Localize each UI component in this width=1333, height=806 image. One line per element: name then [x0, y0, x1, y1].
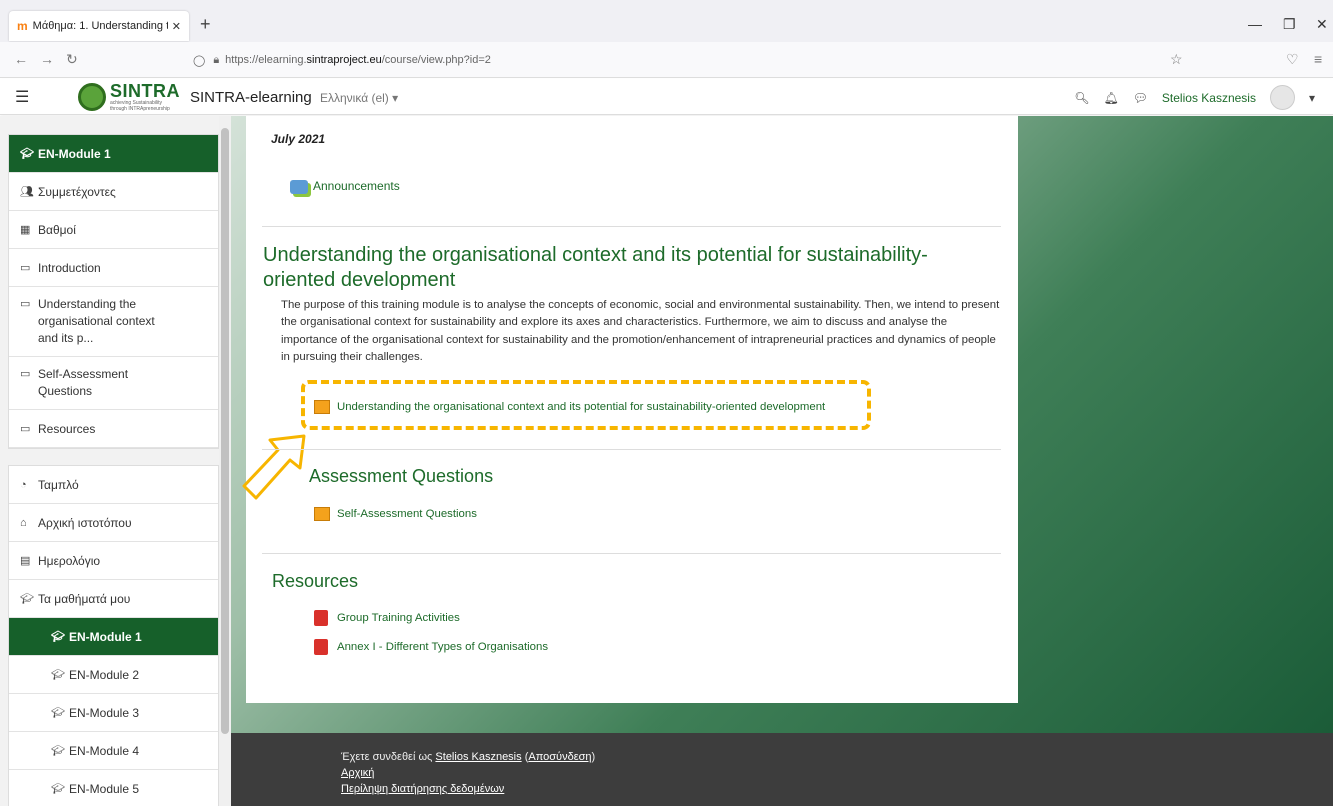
bell-icon[interactable]: 🔔︎ — [1103, 91, 1118, 105]
drawer-item-grades[interactable]: ▦ Βαθμοί — [9, 211, 218, 249]
data-retention-link[interactable]: Περίληψη διατήρησης δεδομένων — [341, 783, 504, 795]
footer-home-link[interactable]: Αρχική — [341, 767, 374, 779]
graduation-cap-icon: 🎓︎ — [51, 707, 65, 719]
leaf-logo-icon — [78, 83, 106, 111]
calendar-icon: ▤ — [20, 555, 31, 567]
footer-user-link[interactable]: Stelios Kasznesis — [435, 751, 521, 763]
pdf-icon — [314, 610, 328, 626]
book-icon — [314, 507, 330, 521]
nav-drawer: 🎓︎ EN-Module 1 👥︎ Συμμετέχοντες ▦ Βαθμοί ▭ I… — [0, 116, 231, 806]
drawer-item-calendar[interactable]: ▤ Ημερολόγιο — [9, 542, 218, 580]
close-tab-icon[interactable]: ✕ — [172, 20, 181, 33]
drawer-item-participants[interactable]: 👥︎ Συμμετέχοντες — [9, 173, 218, 211]
drawer-item-resources[interactable]: ▭ Resources — [9, 410, 218, 448]
drawer-item-dashboard[interactable]: ◔ Ταμπλό — [9, 466, 218, 504]
resource-link-annex[interactable]: Annex I - Different Types of Organisatio… — [314, 639, 548, 655]
drawer-item-understanding[interactable]: ▭ Understanding the organisational contex… — [9, 287, 218, 357]
forward-icon[interactable]: → — [40, 51, 54, 67]
menu-icon[interactable]: ≡ — [1314, 51, 1322, 67]
moodle-favicon-icon: m — [17, 19, 28, 33]
logo-text: SINTRA — [110, 81, 180, 101]
module-link-self-assessment[interactable]: Self-Assessment Questions — [314, 507, 477, 521]
logged-in-info: Έχετε συνδεθεί ως Stelios Kasznesis (Απο… — [341, 751, 596, 763]
drawer-scrollbar[interactable] — [219, 116, 231, 806]
drawer-item-course[interactable]: 🎓︎ EN-Module 1 — [9, 135, 218, 173]
dashboard-icon: ◔ — [20, 478, 27, 491]
folder-icon: ▭ — [20, 423, 31, 435]
site-nav-group: ◔ Ταμπλό ⌂ Αρχική ιστοτόπου ▤ Ημερολόγιο 🎓︎… — [8, 465, 219, 806]
drawer-item-module-3[interactable]: 🎓︎ EN-Module 3 — [9, 694, 218, 732]
section-summary: The purpose of this training module is t… — [281, 299, 1000, 364]
folder-icon: ▭ — [20, 262, 31, 274]
minimize-icon[interactable]: — — [1248, 16, 1262, 32]
graduation-cap-icon: 🎓︎ — [20, 148, 34, 160]
folder-icon: ▭ — [20, 368, 31, 380]
highlight-box — [301, 380, 871, 430]
graduation-cap-icon: 🎓︎ — [51, 669, 65, 681]
browser-navbar: ← → ↻ ◯ 🔒︎ https://elearning.sintraproje… — [0, 42, 1333, 78]
search-icon[interactable]: 🔍︎ — [1074, 91, 1089, 105]
logout-link[interactable]: Αποσύνδεση — [528, 751, 591, 763]
forum-icon — [290, 179, 308, 194]
section-divider — [262, 226, 1001, 227]
message-icon[interactable]: 💬︎ — [1133, 91, 1148, 105]
browser-tab-bar: m Μάθημα: 1. Understanding the ✕ + — ❐ ✕ — [0, 0, 1333, 42]
url-text: https://elearning.sintraproject.eu/cours… — [225, 54, 491, 66]
pocket-icon[interactable]: ♡ — [1286, 51, 1299, 68]
home-icon: ⌂ — [20, 516, 27, 529]
graduation-cap-icon: 🎓︎ — [20, 593, 34, 605]
language-menu[interactable]: Ελληνικά (el) ▾ — [320, 91, 398, 105]
graduation-cap-icon: 🎓︎ — [51, 631, 65, 643]
section-title: Assessment Questions — [309, 466, 494, 486]
chevron-down-icon[interactable]: ▾ — [1309, 91, 1315, 105]
url-bar[interactable]: ◯ 🔒︎ https://elearning.sintraproject.eu/… — [193, 47, 1305, 73]
section-date: July 2021 — [271, 132, 326, 146]
folder-icon: ▭ — [20, 298, 31, 310]
new-tab-icon[interactable]: + — [200, 14, 211, 35]
page-footer: Έχετε συνδεθεί ως Stelios Kasznesis (Απο… — [231, 733, 1333, 806]
pointer-arrow-icon — [242, 434, 306, 500]
restore-icon[interactable]: ❐ — [1283, 16, 1296, 33]
table-icon: ▦ — [20, 224, 31, 236]
drawer-item-module-4[interactable]: 🎓︎ EN-Module 4 — [9, 732, 218, 770]
resource-link-group-training[interactable]: Group Training Activities — [314, 610, 460, 626]
close-window-icon[interactable]: ✕ — [1316, 16, 1328, 33]
reload-icon[interactable]: ↻ — [66, 51, 78, 68]
section-title: Resources — [272, 571, 359, 591]
site-name[interactable]: SINTRA-elearning — [190, 89, 312, 106]
lock-icon: 🔒︎ — [213, 53, 220, 66]
scrollbar-thumb[interactable] — [221, 128, 229, 734]
shield-icon: ◯ — [193, 54, 206, 67]
drawer-item-module-2[interactable]: 🎓︎ EN-Module 2 — [9, 656, 218, 694]
avatar[interactable] — [1269, 85, 1295, 110]
graduation-cap-icon: 🎓︎ — [51, 745, 65, 757]
section-title: Understanding the organisational context… — [263, 244, 928, 291]
site-logo[interactable]: SINTRA achieving Sustainability through … — [78, 82, 180, 112]
drawer-item-module-5[interactable]: 🎓︎ EN-Module 5 — [9, 770, 218, 806]
site-header: ☰ SINTRA achieving Sustainability throug… — [0, 79, 1333, 115]
user-name[interactable]: Stelios Kasznesis — [1162, 91, 1256, 105]
announcements-link[interactable]: Announcements — [290, 178, 400, 194]
drawer-item-module-1[interactable]: 🎓︎ EN-Module 1 — [9, 618, 218, 656]
back-icon[interactable]: ← — [14, 51, 28, 67]
users-icon: 👥︎ — [20, 186, 34, 198]
section-divider — [262, 553, 1001, 554]
pdf-icon — [314, 639, 328, 655]
hamburger-icon[interactable]: ☰ — [15, 87, 29, 107]
tab-title: Μάθημα: 1. Understanding the — [32, 20, 168, 32]
drawer-item-introduction[interactable]: ▭ Introduction — [9, 249, 218, 287]
graduation-cap-icon: 🎓︎ — [51, 783, 65, 795]
logo-tagline-2: through INTRApreneurship — [110, 106, 170, 112]
drawer-item-self-assessment[interactable]: ▭ Self-Assessment Questions — [9, 357, 218, 410]
course-nav-group: 🎓︎ EN-Module 1 👥︎ Συμμετέχοντες ▦ Βαθμοί ▭ I… — [8, 134, 219, 449]
drawer-item-my-courses[interactable]: 🎓︎ Τα μαθήματά μου — [9, 580, 218, 618]
section-divider — [262, 449, 1001, 450]
bookmark-star-icon[interactable]: ☆ — [1170, 51, 1183, 68]
drawer-item-site-home[interactable]: ⌂ Αρχική ιστοτόπου — [9, 504, 218, 542]
browser-tab[interactable]: m Μάθημα: 1. Understanding the ✕ — [9, 11, 189, 41]
